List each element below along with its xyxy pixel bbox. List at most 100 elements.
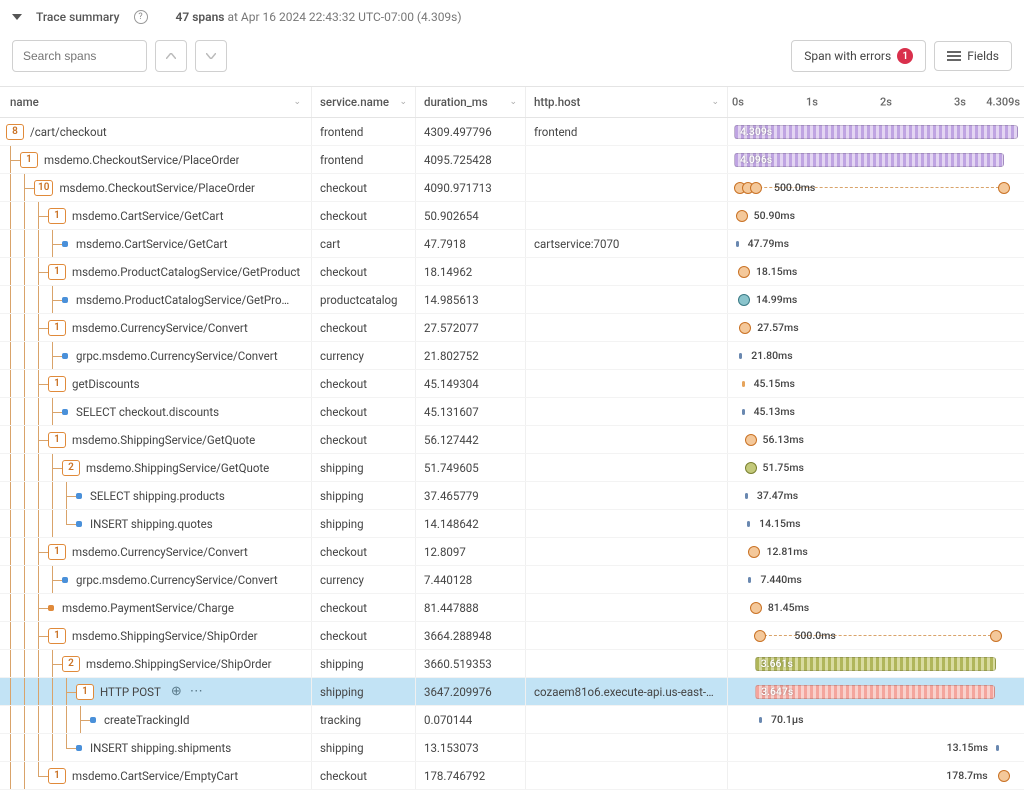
trace-row[interactable]: 1msdemo.ShippingService/GetQuotecheckout…	[0, 426, 1024, 454]
timeline-tick: 4.309s	[986, 96, 1020, 109]
child-count-badge[interactable]: 1	[48, 628, 66, 644]
trace-row[interactable]: 1msdemo.CartService/GetCartcheckout50.90…	[0, 202, 1024, 230]
fields-button[interactable]: Fields	[934, 41, 1012, 71]
duration-value: 3647.209976	[424, 685, 492, 699]
span-bar[interactable]	[739, 353, 742, 359]
span-name: msdemo.CartService/GetCart	[76, 237, 228, 251]
bar-label: 4.309s	[740, 125, 772, 138]
trace-row[interactable]: 1HTTP POST⊕⋯shipping3647.209976cozaem81o…	[0, 678, 1024, 706]
col-header-service[interactable]: service.name⌄	[312, 87, 416, 117]
span-node-icon	[745, 434, 757, 446]
child-count-badge[interactable]: 1	[76, 684, 94, 700]
trace-row[interactable]: SELECT checkout.discountscheckout45.1316…	[0, 398, 1024, 426]
fields-label: Fields	[967, 49, 999, 63]
service-name: cart	[320, 237, 340, 251]
span-name: INSERT shipping.quotes	[90, 517, 213, 531]
span-bar[interactable]	[734, 153, 1004, 167]
duration-value: 178.746792	[424, 769, 485, 783]
trace-row[interactable]: createTrackingIdtracking0.07014470.1µs	[0, 706, 1024, 734]
help-icon[interactable]: ?	[134, 10, 148, 24]
span-bar[interactable]	[736, 241, 739, 247]
span-name: HTTP POST	[100, 685, 161, 699]
span-bar[interactable]	[734, 125, 1018, 139]
span-name: msdemo.ProductCatalogService/GetProduct	[72, 265, 300, 279]
span-errors-button[interactable]: Span with errors 1	[791, 40, 926, 72]
trace-row[interactable]: 1msdemo.CartService/EmptyCartcheckout178…	[0, 762, 1024, 790]
child-count-badge[interactable]: 1	[48, 432, 66, 448]
trace-row[interactable]: 10msdemo.CheckoutService/PlaceOrdercheck…	[0, 174, 1024, 202]
child-count-badge[interactable]: 1	[48, 264, 66, 280]
col-header-duration[interactable]: duration_ms⌄	[416, 87, 526, 117]
trace-row[interactable]: 1getDiscountscheckout45.14930445.15ms	[0, 370, 1024, 398]
duration-value: 51.749605	[424, 461, 479, 475]
trace-row[interactable]: grpc.msdemo.CurrencyService/Convertcurre…	[0, 566, 1024, 594]
leaf-dot-icon	[48, 605, 54, 611]
child-count-badge[interactable]: 2	[62, 656, 80, 672]
trace-row[interactable]: SELECT shipping.productsshipping37.46577…	[0, 482, 1024, 510]
span-bar[interactable]	[996, 745, 999, 751]
child-count-badge[interactable]: 1	[48, 376, 66, 392]
span-name: getDiscounts	[72, 377, 140, 391]
span-bar[interactable]	[748, 577, 751, 583]
timeline-tick: 3s	[954, 96, 966, 109]
prev-button[interactable]	[155, 40, 187, 72]
trace-row[interactable]: 1msdemo.CheckoutService/PlaceOrderfronte…	[0, 146, 1024, 174]
child-count-badge[interactable]: 10	[34, 180, 53, 196]
col-header-name[interactable]: name⌄	[0, 87, 312, 117]
service-name: checkout	[320, 545, 367, 559]
service-name: shipping	[320, 685, 364, 699]
trace-row[interactable]: msdemo.ProductCatalogService/GetPro…prod…	[0, 286, 1024, 314]
next-button[interactable]	[195, 40, 227, 72]
service-name: productcatalog	[320, 293, 398, 307]
bar-label: 21.80ms	[751, 349, 792, 362]
span-name: msdemo.CheckoutService/PlaceOrder	[59, 181, 254, 195]
trace-row[interactable]: msdemo.CartService/GetCartcart47.7918car…	[0, 230, 1024, 258]
span-bar[interactable]	[747, 521, 750, 527]
service-name: checkout	[320, 321, 367, 335]
bar-label: 27.57ms	[757, 321, 798, 334]
child-count-badge[interactable]: 2	[62, 460, 80, 476]
trace-row[interactable]: 1msdemo.CurrencyService/Convertcheckout2…	[0, 314, 1024, 342]
trace-row[interactable]: 1msdemo.ShippingService/ShipOrdercheckou…	[0, 622, 1024, 650]
trace-row[interactable]: 2msdemo.ShippingService/GetQuoteshipping…	[0, 454, 1024, 482]
span-name: msdemo.CartService/GetCart	[72, 209, 224, 223]
trace-row[interactable]: 8/cart/checkoutfrontend4309.497796fronte…	[0, 118, 1024, 146]
child-count-badge[interactable]: 1	[48, 208, 66, 224]
trace-row[interactable]: INSERT shipping.quotesshipping14.1486421…	[0, 510, 1024, 538]
child-count-badge[interactable]: 1	[20, 152, 38, 168]
trace-row[interactable]: 1 msdemo.ProductCatalogService/GetProduct…	[0, 258, 1024, 286]
child-count-badge[interactable]: 1	[48, 320, 66, 336]
service-name: checkout	[320, 405, 367, 419]
span-node-icon	[998, 182, 1010, 194]
child-count-badge[interactable]: 1	[48, 544, 66, 560]
trace-row[interactable]: msdemo.PaymentService/Chargecheckout81.4…	[0, 594, 1024, 622]
bar-label: 47.79ms	[748, 237, 789, 250]
span-bar[interactable]	[742, 409, 745, 415]
service-name: currency	[320, 573, 364, 587]
span-bar[interactable]	[742, 381, 745, 387]
duration-value: 45.149304	[424, 377, 479, 391]
service-name: checkout	[320, 265, 367, 279]
chevron-down-icon[interactable]	[12, 14, 22, 20]
search-input[interactable]	[12, 40, 147, 72]
span-node-icon	[750, 182, 762, 194]
trace-row[interactable]: INSERT shipping.shipmentsshipping13.1530…	[0, 734, 1024, 762]
child-count-badge[interactable]: 1	[48, 768, 66, 784]
trace-row[interactable]: 1msdemo.CurrencyService/Convertcheckout1…	[0, 538, 1024, 566]
duration-value: 4090.971713	[424, 181, 492, 195]
trace-row[interactable]: grpc.msdemo.CurrencyService/Convertcurre…	[0, 342, 1024, 370]
span-node-icon	[990, 630, 1002, 642]
bar-label: 14.99ms	[756, 293, 797, 306]
service-name: frontend	[320, 125, 363, 139]
child-count-badge[interactable]: 8	[6, 124, 24, 140]
more-icon[interactable]: ⋯	[190, 684, 203, 699]
col-header-host[interactable]: http.host⌄	[526, 87, 728, 117]
timeline-tick: 2s	[880, 96, 892, 109]
zoom-icon[interactable]: ⊕	[171, 684, 182, 699]
duration-value: 0.070144	[424, 713, 472, 727]
bar-label: 37.47ms	[757, 489, 798, 502]
span-name: msdemo.CartService/EmptyCart	[72, 769, 238, 783]
span-bar[interactable]	[745, 493, 748, 499]
span-bar[interactable]	[759, 717, 762, 723]
trace-row[interactable]: 2msdemo.ShippingService/ShipOrdershippin…	[0, 650, 1024, 678]
